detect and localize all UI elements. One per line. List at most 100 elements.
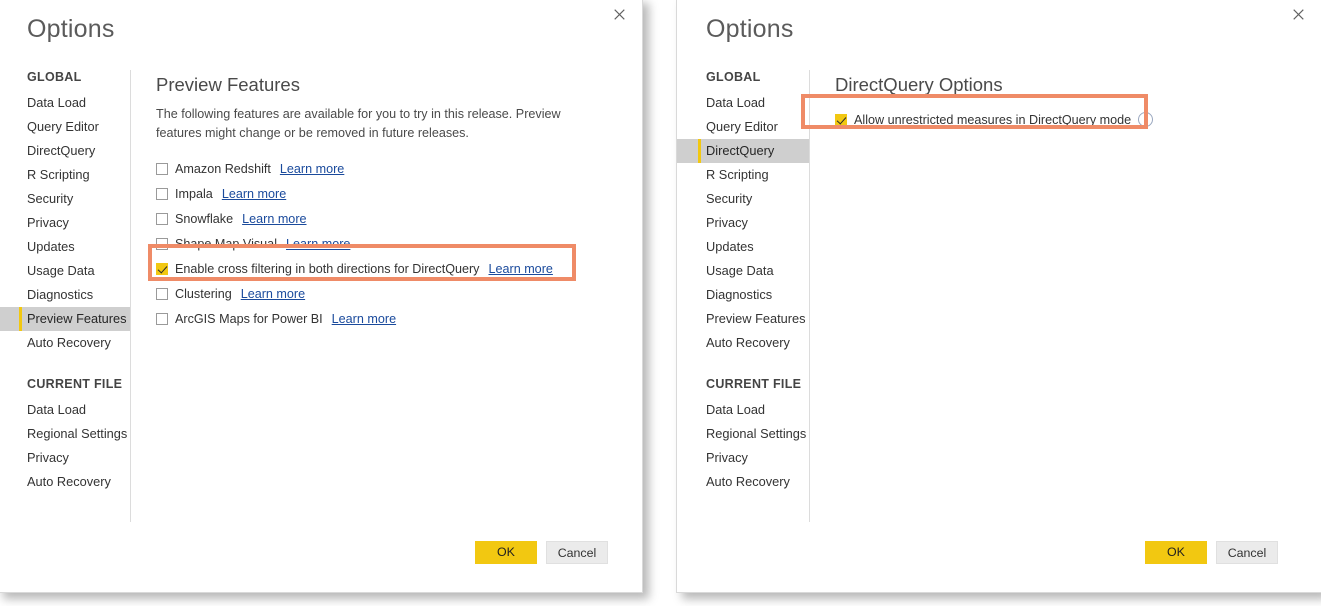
sidebar-item-regional-settings[interactable]: Regional Settings — [677, 422, 809, 446]
checkbox-arcgis-maps[interactable] — [156, 312, 168, 325]
sidebar-item-label: Query Editor — [706, 119, 778, 134]
sidebar-item-file-auto-recovery[interactable]: Auto Recovery — [677, 470, 809, 494]
feature-label: Allow unrestricted measures in DirectQue… — [854, 112, 1132, 127]
close-icon[interactable] — [1285, 2, 1311, 26]
sidebar-item-r-scripting[interactable]: R Scripting — [0, 163, 130, 187]
feature-label: ArcGIS Maps for Power BI — [175, 311, 323, 326]
sidebar-item-usage-data[interactable]: Usage Data — [677, 259, 809, 283]
sidebar-item-label: DirectQuery — [706, 143, 775, 158]
sidebar-item-security[interactable]: Security — [0, 187, 130, 211]
learn-more-link[interactable]: Learn more — [332, 312, 396, 326]
section-description: The following features are available for… — [156, 107, 561, 140]
sidebar-item-label: Diagnostics — [706, 287, 773, 302]
page-title: Options — [706, 15, 794, 43]
sidebar-item-file-privacy[interactable]: Privacy — [0, 446, 130, 470]
sidebar-item-label: Data Load — [706, 95, 766, 110]
learn-more-link[interactable]: Learn more — [241, 287, 305, 301]
info-icon[interactable]: i — [1138, 112, 1154, 127]
sidebar-group-global: GLOBAL Data Load Query Editor DirectQuer… — [677, 70, 809, 355]
sidebar-group-label: CURRENT FILE — [27, 377, 123, 391]
sidebar-item-diagnostics[interactable]: Diagnostics — [677, 283, 809, 307]
checkbox-impala[interactable] — [156, 187, 168, 200]
sidebar-item-label: Query Editor — [27, 119, 99, 134]
sidebar-item-label: Auto Recovery — [27, 335, 111, 350]
sidebar-item-file-auto-recovery[interactable]: Auto Recovery — [0, 470, 130, 494]
sidebar-item-label: Privacy — [27, 450, 69, 465]
options-content-pane: DirectQuery Options Allow unrestricted m… — [811, 70, 1321, 522]
sidebar-item-data-load[interactable]: Data Load — [0, 91, 130, 115]
sidebar-item-label: R Scripting — [706, 167, 769, 182]
page-title: Options — [27, 15, 115, 43]
sidebar-group-label: GLOBAL — [706, 70, 761, 84]
feature-row-impala: Impala Learn more — [132, 181, 642, 206]
feature-label: Snowflake — [175, 211, 234, 226]
sidebar-item-preview-features[interactable]: Preview Features — [0, 307, 130, 331]
sidebar-item-label: Preview Features — [27, 311, 127, 326]
sidebar-item-label: Usage Data — [27, 263, 95, 278]
learn-more-link[interactable]: Learn more — [286, 237, 350, 251]
sidebar-item-regional-settings[interactable]: Regional Settings — [0, 422, 130, 446]
sidebar-item-label: R Scripting — [27, 167, 90, 182]
sidebar-item-label: Privacy — [706, 215, 748, 230]
learn-more-link[interactable]: Learn more — [222, 187, 286, 201]
sidebar-item-label: Privacy — [27, 215, 69, 230]
sidebar-item-label: Auto Recovery — [706, 474, 790, 489]
feature-label: Amazon Redshift — [175, 161, 271, 176]
ok-button[interactable]: OK — [1145, 541, 1207, 564]
options-sidebar: GLOBAL Data Load Query Editor DirectQuer… — [677, 70, 810, 522]
sidebar-item-file-data-load[interactable]: Data Load — [0, 398, 130, 422]
sidebar-item-security[interactable]: Security — [677, 187, 809, 211]
sidebar-group-current-file: CURRENT FILE Data Load Regional Settings… — [0, 377, 130, 494]
checkbox-allow-unrestricted-measures[interactable] — [835, 113, 847, 126]
checkbox-snowflake[interactable] — [156, 212, 168, 225]
sidebar-item-query-editor[interactable]: Query Editor — [0, 115, 130, 139]
sidebar-group-current-file: CURRENT FILE Data Load Regional Settings… — [677, 377, 809, 494]
dialog-footer: OK Cancel — [0, 522, 642, 592]
sidebar-item-diagnostics[interactable]: Diagnostics — [0, 283, 130, 307]
sidebar-item-updates[interactable]: Updates — [0, 235, 130, 259]
sidebar-item-file-data-load[interactable]: Data Load — [677, 398, 809, 422]
preview-features-list: Amazon Redshift Learn more Impala Learn … — [132, 156, 642, 331]
sidebar-item-label: Privacy — [706, 450, 748, 465]
sidebar-item-label: Preview Features — [706, 311, 806, 326]
checkbox-amazon-redshift[interactable] — [156, 162, 168, 175]
learn-more-link[interactable]: Learn more — [280, 162, 344, 176]
sidebar-item-label: Updates — [27, 239, 75, 254]
feature-row-arcgis-maps: ArcGIS Maps for Power BI Learn more — [132, 306, 642, 331]
checkbox-cross-filtering-directquery[interactable] — [156, 262, 168, 275]
feature-row-cross-filtering-directquery: Enable cross filtering in both direction… — [132, 256, 642, 281]
learn-more-link[interactable]: Learn more — [242, 212, 306, 226]
sidebar-item-label: Regional Settings — [27, 426, 128, 441]
options-dialog-right: Options GLOBAL Data Load Query Editor Di… — [676, 0, 1321, 593]
screenshot-stage: Options GLOBAL Data Load Query Editor Di… — [0, 0, 1321, 606]
checkbox-shape-map-visual[interactable] — [156, 237, 168, 250]
sidebar-item-auto-recovery[interactable]: Auto Recovery — [0, 331, 130, 355]
ok-button[interactable]: OK — [475, 541, 537, 564]
sidebar-group-label: CURRENT FILE — [706, 377, 802, 391]
sidebar-item-auto-recovery[interactable]: Auto Recovery — [677, 331, 809, 355]
sidebar-item-file-privacy[interactable]: Privacy — [677, 446, 809, 470]
sidebar-item-updates[interactable]: Updates — [677, 235, 809, 259]
sidebar-item-label: Data Load — [706, 402, 766, 417]
sidebar-item-label: Auto Recovery — [27, 474, 111, 489]
sidebar-item-privacy[interactable]: Privacy — [0, 211, 130, 235]
sidebar-item-label: Data Load — [27, 95, 87, 110]
sidebar-item-privacy[interactable]: Privacy — [677, 211, 809, 235]
sidebar-item-preview-features[interactable]: Preview Features — [677, 307, 809, 331]
cancel-button[interactable]: Cancel — [546, 541, 608, 564]
sidebar-item-directquery[interactable]: DirectQuery — [677, 139, 809, 163]
learn-more-link[interactable]: Learn more — [488, 262, 552, 276]
options-dialog-left: Options GLOBAL Data Load Query Editor Di… — [0, 0, 643, 593]
sidebar-item-query-editor[interactable]: Query Editor — [677, 115, 809, 139]
sidebar-item-label: Usage Data — [706, 263, 774, 278]
feature-label: Shape Map Visual — [175, 236, 277, 251]
sidebar-item-label: Updates — [706, 239, 754, 254]
sidebar-item-directquery[interactable]: DirectQuery — [0, 139, 130, 163]
checkbox-clustering[interactable] — [156, 287, 168, 300]
sidebar-item-r-scripting[interactable]: R Scripting — [677, 163, 809, 187]
close-icon[interactable] — [606, 2, 632, 26]
cancel-button[interactable]: Cancel — [1216, 541, 1278, 564]
sidebar-item-usage-data[interactable]: Usage Data — [0, 259, 130, 283]
feature-label: Clustering — [175, 286, 232, 301]
sidebar-item-data-load[interactable]: Data Load — [677, 91, 809, 115]
